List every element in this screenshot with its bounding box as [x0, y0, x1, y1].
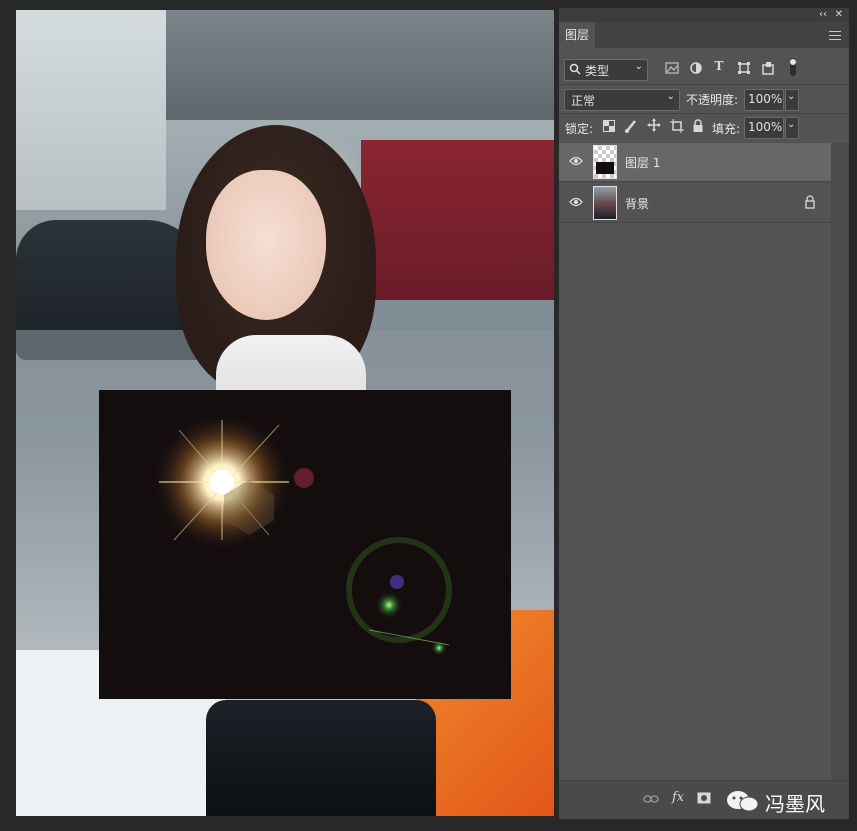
layers-panel: ‹‹ ✕ 图层 类型 ⌄ T 正常 ⌄ 不透明度: 100% ⌄ 锁定: 填充:… — [559, 8, 849, 819]
filter-shape-icon[interactable] — [737, 61, 751, 75]
photo-bus — [361, 140, 554, 300]
tab-layers[interactable]: 图层 — [559, 22, 595, 48]
lock-transparent-pixels-icon[interactable] — [603, 120, 615, 132]
layer-thumbnail — [593, 186, 617, 220]
filter-type-icon[interactable]: T — [712, 59, 726, 75]
filter-smart-object-icon[interactable] — [761, 61, 775, 75]
chevron-down-icon: ⌄ — [634, 61, 643, 72]
lens-flare-graphic — [152, 412, 452, 656]
photo-face — [206, 170, 326, 320]
blend-mode-select[interactable]: 正常 ⌄ — [564, 89, 680, 111]
lens-flare-layer[interactable] — [99, 390, 511, 699]
panel-bottom-bar: fx 冯墨风 — [559, 780, 849, 819]
layer-thumbnail — [593, 145, 617, 179]
fill-dropdown-button[interactable]: ⌄ — [785, 117, 799, 139]
lock-label: 锁定: — [565, 122, 594, 136]
photo-skirt — [206, 700, 436, 816]
divider — [559, 222, 831, 223]
opacity-label: 不透明度: — [686, 93, 739, 107]
opacity-dropdown-button[interactable]: ⌄ — [785, 89, 799, 111]
photo-building — [16, 10, 166, 210]
link-icon[interactable] — [643, 793, 659, 807]
fill-value: 100% — [748, 120, 783, 134]
photo-bridge — [146, 10, 554, 120]
chevron-down-icon: ⌄ — [666, 91, 675, 102]
lock-artboard-icon[interactable] — [670, 119, 684, 133]
blend-mode-value: 正常 — [571, 94, 596, 108]
divider — [559, 84, 849, 85]
panel-title-bar: ‹‹ ✕ — [559, 8, 849, 22]
eye-icon[interactable] — [569, 155, 583, 170]
layer-thumbnail-content — [596, 162, 614, 174]
filter-pixel-icon[interactable] — [665, 61, 679, 75]
opacity-value: 100% — [748, 92, 783, 106]
filter-kind-select[interactable]: 类型 ⌄ — [564, 59, 648, 81]
lock-position-icon[interactable] — [647, 118, 661, 132]
lock-image-pixels-icon[interactable] — [624, 119, 637, 133]
layers-scrollbar[interactable] — [831, 143, 849, 783]
layer-row-layer-1[interactable]: 图层 1 — [559, 143, 831, 181]
search-icon — [569, 62, 581, 79]
filter-kind-value: 类型 — [585, 64, 610, 78]
divider — [559, 113, 849, 114]
lock-all-icon[interactable] — [692, 119, 704, 133]
fx-icon[interactable]: fx — [672, 790, 684, 805]
fill-label: 填充: — [712, 122, 741, 136]
opacity-input[interactable]: 100% — [744, 89, 784, 111]
layer-name[interactable]: 背景 — [625, 195, 649, 212]
panel-tab-bar: 图层 — [559, 22, 849, 48]
layer-name[interactable]: 图层 1 — [625, 154, 660, 171]
chevron-down-icon: ⌄ — [787, 91, 796, 102]
wechat-icon — [725, 788, 761, 817]
double-chevron-icon[interactable]: ‹‹ — [819, 8, 827, 22]
layer-row-background[interactable]: 背景 — [559, 184, 831, 222]
chevron-down-icon: ⌄ — [787, 119, 796, 130]
panel-menu-icon[interactable] — [829, 28, 841, 42]
eye-icon[interactable] — [569, 196, 583, 211]
close-icon[interactable]: ✕ — [835, 8, 843, 22]
filter-adjustment-icon[interactable] — [689, 61, 703, 75]
divider — [559, 181, 831, 182]
watermark-text: 冯墨风 — [765, 792, 825, 816]
fill-input[interactable]: 100% — [744, 117, 784, 139]
layer-mask-icon[interactable] — [697, 792, 711, 807]
lock-icon — [804, 195, 816, 212]
filter-toggle-icon[interactable] — [789, 58, 797, 76]
